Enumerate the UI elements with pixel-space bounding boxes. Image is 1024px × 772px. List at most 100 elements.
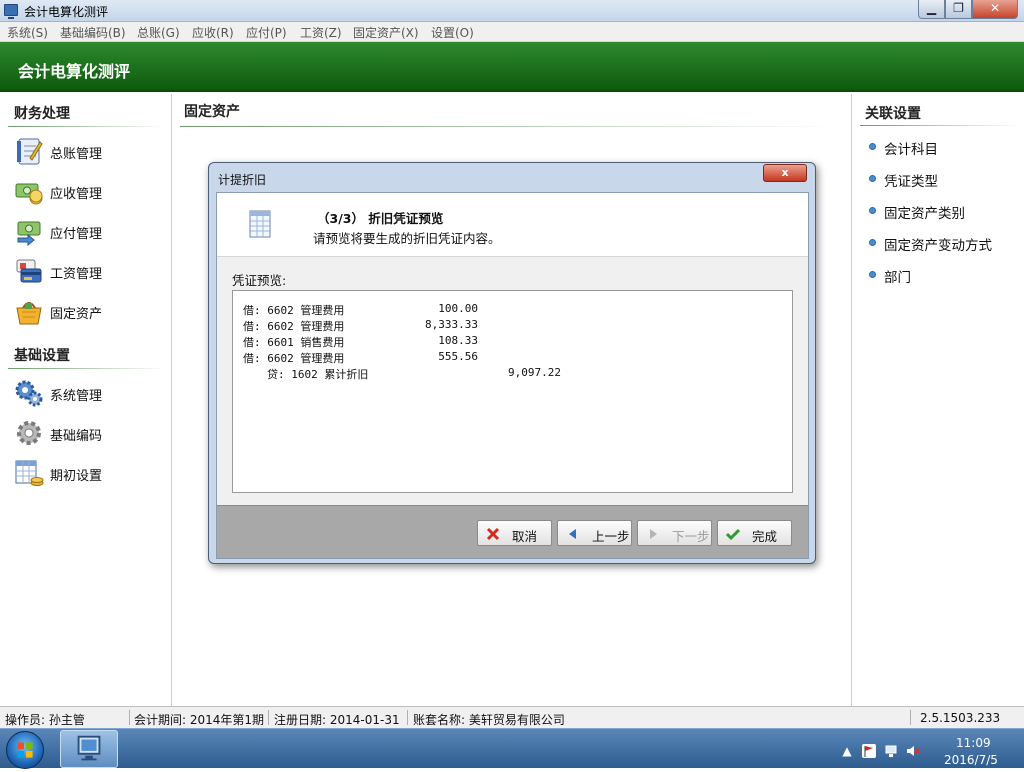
nav-ledger[interactable]: 总账管理 xyxy=(12,134,162,168)
cancel-button[interactable]: 取消 xyxy=(477,520,552,546)
link-asset-change-methods[interactable]: 固定资产变动方式 xyxy=(869,234,992,254)
spreadsheet-coins-icon xyxy=(15,460,44,486)
status-bar: 操作员: 孙主管 会计期间: 2014年第1期 注册日期: 2014-01-31… xyxy=(0,706,1024,728)
app-monitor-icon xyxy=(4,4,18,19)
close-window-button[interactable]: ✕ xyxy=(972,0,1018,19)
gear-icon xyxy=(17,421,41,445)
status-separator xyxy=(129,710,130,725)
menu-salary[interactable]: 工资(Z) xyxy=(300,24,342,41)
title-bar: 会计电算化测评 ▁ ❐ ✕ xyxy=(0,0,1024,22)
status-operator: 操作员: 孙主管 xyxy=(5,713,85,727)
bullet-icon xyxy=(869,271,876,278)
menu-general-ledger[interactable]: 总账(G) xyxy=(137,24,180,41)
bullet-icon xyxy=(869,207,876,214)
monitor-icon xyxy=(77,735,101,761)
nav-receivable-label: 应收管理 xyxy=(50,187,103,202)
check-icon xyxy=(726,528,740,541)
title-divider xyxy=(180,126,840,127)
voucher-preview-box[interactable]: 借: 6602 管理费用 100.00 借: 6602 管理费用 8,333.3… xyxy=(232,290,793,493)
menu-settings[interactable]: 设置(O) xyxy=(431,24,474,41)
voucher-grid-icon xyxy=(249,210,271,238)
show-hidden-icons-icon[interactable]: ▲ xyxy=(840,744,854,758)
salary-card-icon xyxy=(16,259,42,283)
nav-payable[interactable]: 应付管理 xyxy=(12,214,162,248)
section-divider xyxy=(860,125,1020,126)
wizard-step-title: （3/3） 折旧凭证预览 xyxy=(317,211,444,226)
nav-salary[interactable]: 工资管理 xyxy=(12,254,162,288)
left-sidebar: 财务处理 总账管理 应收管理 应付管理 工资管理 固定资产 基础设置 系统管理 … xyxy=(0,94,172,706)
status-separator xyxy=(407,710,408,725)
cancel-x-icon xyxy=(486,527,500,541)
section-basic-title: 基础设置 xyxy=(14,348,70,364)
wizard-header: （3/3） 折旧凭证预览 请预览将要生成的折旧凭证内容。 xyxy=(217,193,808,257)
voucher-credit-row: 贷: 1602 累计折旧 xyxy=(267,368,369,381)
network-icon[interactable] xyxy=(884,744,898,758)
windows-logo-icon xyxy=(17,742,33,758)
voucher-credit-amount: 9,097.22 xyxy=(508,366,561,379)
nav-system-label: 系统管理 xyxy=(50,389,103,404)
maximize-button[interactable]: ❐ xyxy=(945,0,972,19)
status-register-date: 注册日期: 2014-01-31 xyxy=(274,713,400,727)
voucher-row: 借: 6601 销售费用 xyxy=(243,336,345,349)
cash-pay-icon xyxy=(17,221,41,246)
link-departments[interactable]: 部门 xyxy=(869,266,911,286)
nav-fixed-assets-label: 固定资产 xyxy=(50,307,103,322)
gears-icon xyxy=(15,380,43,407)
start-button[interactable] xyxy=(6,731,44,769)
nav-opening-setup[interactable]: 期初设置 xyxy=(12,456,162,490)
status-version: 2.5.1503.233 xyxy=(920,711,1001,725)
nav-receivable[interactable]: 应收管理 xyxy=(12,174,162,208)
nav-basic-code[interactable]: 基础编码 xyxy=(12,416,162,450)
status-separator xyxy=(268,710,269,725)
voucher-row: 借: 6602 管理费用 xyxy=(243,320,345,333)
menu-system[interactable]: 系统(S) xyxy=(7,24,48,41)
left-arrow-icon xyxy=(569,529,576,539)
ledger-book-icon xyxy=(17,138,43,165)
link-accounting-subjects[interactable]: 会计科目 xyxy=(869,138,938,158)
status-period: 会计期间: 2014年第1期 xyxy=(134,713,265,727)
dialog-close-button[interactable]: x xyxy=(763,164,807,182)
menu-payable[interactable]: 应付(P) xyxy=(246,24,287,41)
shopping-basket-icon xyxy=(16,302,42,325)
voucher-row: 借: 6602 管理费用 xyxy=(243,304,345,317)
wizard-button-bar: 取消 上一步 下一步 完成 xyxy=(217,505,808,558)
taskbar: ▲ 11:09 2016/7/5 xyxy=(0,728,1024,769)
menu-bar: 系统(S) 基础编码(B) 总账(G) 应收(R) 应付(P) 工资(Z) 固定… xyxy=(0,22,1024,42)
volume-muted-icon[interactable] xyxy=(906,744,920,758)
minimize-button[interactable]: ▁ xyxy=(918,0,945,19)
link-voucher-types[interactable]: 凭证类型 xyxy=(869,170,938,190)
window-title: 会计电算化测评 xyxy=(24,5,109,19)
next-button[interactable]: 下一步 xyxy=(637,520,712,546)
header-title: 会计电算化测评 xyxy=(18,62,131,81)
voucher-amount: 8,333.33 xyxy=(425,318,478,331)
action-center-flag-icon[interactable] xyxy=(862,744,876,758)
menu-basic-code[interactable]: 基础编码(B) xyxy=(60,24,126,41)
right-panel: 关联设置 会计科目 凭证类型 固定资产类别 固定资产变动方式 部门 xyxy=(851,94,1024,706)
taskbar-app-button[interactable] xyxy=(60,730,118,768)
preview-label: 凭证预览: xyxy=(232,273,287,288)
voucher-amount: 100.00 xyxy=(438,302,478,315)
voucher-row: 借: 6602 管理费用 xyxy=(243,352,345,365)
previous-button[interactable]: 上一步 xyxy=(557,520,632,546)
right-arrow-icon xyxy=(650,529,657,539)
wizard-step-description: 请预览将要生成的折旧凭证内容。 xyxy=(313,231,501,246)
cash-receive-icon xyxy=(15,183,43,205)
nav-basic-code-label: 基础编码 xyxy=(50,429,103,444)
related-settings-title: 关联设置 xyxy=(865,106,921,122)
nav-payable-label: 应付管理 xyxy=(50,227,103,242)
nav-fixed-assets[interactable]: 固定资产 xyxy=(12,294,162,328)
menu-receivable[interactable]: 应收(R) xyxy=(192,24,234,41)
app-header: 会计电算化测评 xyxy=(0,42,1024,92)
bullet-icon xyxy=(869,175,876,182)
bullet-icon xyxy=(869,239,876,246)
menu-fixed-assets[interactable]: 固定资产(X) xyxy=(353,24,419,41)
clock-date[interactable]: 2016/7/5 xyxy=(944,753,998,767)
clock-time[interactable]: 11:09 xyxy=(956,736,991,750)
nav-system[interactable]: 系统管理 xyxy=(12,376,162,410)
page-title: 固定资产 xyxy=(184,104,240,120)
section-finance-title: 财务处理 xyxy=(14,106,70,122)
finish-button[interactable]: 完成 xyxy=(717,520,792,546)
dialog-body: （3/3） 折旧凭证预览 请预览将要生成的折旧凭证内容。 凭证预览: 借: 66… xyxy=(216,192,809,559)
link-asset-categories[interactable]: 固定资产类别 xyxy=(869,202,965,222)
status-account-set: 账套名称: 美轩贸易有限公司 xyxy=(413,713,565,727)
